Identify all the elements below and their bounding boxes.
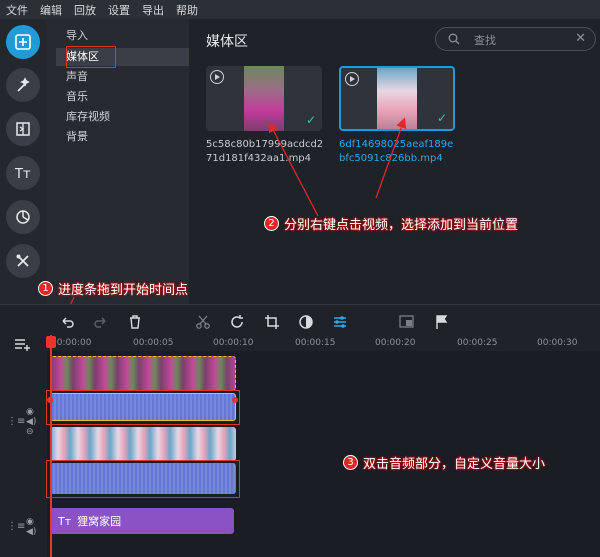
highlight-box — [46, 460, 240, 498]
ruler-label: 00:00:25 — [457, 338, 498, 348]
step-number: 1 — [38, 281, 53, 296]
video-clip-1[interactable] — [50, 356, 236, 391]
track-controls-2: ◉ ◀) — [26, 517, 36, 537]
track-menu-icon[interactable]: ⋮≡ — [7, 416, 25, 427]
undo-button[interactable] — [58, 313, 76, 331]
color-adjust-button[interactable] — [297, 313, 315, 331]
volume-icon[interactable]: ◀) — [26, 417, 36, 427]
crop-button[interactable] — [263, 313, 281, 331]
scissors-icon — [196, 315, 210, 329]
volume-icon[interactable]: ◀) — [26, 527, 36, 537]
marker-button[interactable] — [433, 313, 451, 331]
eye-icon[interactable]: ◉ — [26, 517, 36, 527]
title-clip[interactable]: Tт 狸窝家园 — [50, 508, 234, 534]
delete-button[interactable] — [126, 313, 144, 331]
highlight-box — [46, 390, 240, 425]
track-controls-1: ◉ ◀) ⊖ — [26, 407, 36, 437]
redo-icon — [94, 317, 106, 328]
title-clip-label: 狸窝家园 — [77, 515, 122, 528]
flag-icon — [436, 315, 448, 329]
trash-icon — [130, 315, 140, 329]
ruler-label: 00:00:10 — [213, 338, 254, 348]
arrow-to-video-2 — [375, 117, 407, 199]
contrast-icon — [299, 315, 313, 329]
annotation-text: 进度条拖到开始时间点 — [58, 283, 189, 298]
undo-icon — [62, 317, 74, 328]
track-menu-icon[interactable]: ⋮≡ — [7, 521, 25, 532]
step-number: 3 — [343, 455, 358, 470]
annotation-step-2: 2 分别右键点击视频，选择添加到当前位置 — [264, 214, 518, 233]
ruler-label: 00:00:00 — [51, 338, 92, 348]
video-clip-2[interactable] — [50, 427, 236, 461]
annotation-text: 分别右键点击视频，选择添加到当前位置 — [284, 218, 519, 233]
ruler-label: 00:00:20 — [375, 338, 416, 348]
redo-button[interactable] — [92, 313, 110, 331]
crop-icon — [265, 315, 279, 329]
picture-in-picture-icon — [399, 315, 414, 328]
ruler-label: 00:00:05 — [133, 338, 174, 348]
annotation-text: 双击音频部分，自定义音量大小 — [363, 457, 546, 472]
playhead-handle[interactable] — [46, 336, 56, 348]
step-number: 2 — [264, 216, 279, 231]
playhead-line[interactable] — [50, 335, 52, 557]
annotation-step-3: 3 双击音频部分，自定义音量大小 — [343, 453, 545, 472]
pip-button[interactable] — [398, 313, 416, 331]
time-ruler[interactable]: 00:00:00 00:00:05 00:00:10 00:00:15 00:0… — [47, 337, 600, 351]
ruler-label: 00:00:15 — [295, 338, 336, 348]
annotation-step-1: 1 进度条拖到开始时间点 — [38, 279, 188, 298]
keyframe-marker[interactable] — [232, 397, 238, 403]
text-icon: Tт — [58, 514, 72, 528]
add-track-icon — [15, 339, 30, 351]
add-track-button[interactable] — [14, 337, 32, 354]
rotate-button[interactable] — [228, 313, 246, 331]
arrow-to-video-1 — [268, 121, 319, 217]
eye-icon[interactable]: ◉ — [26, 407, 36, 417]
sliders-icon — [334, 316, 346, 328]
ruler-label: 00:00:30 — [537, 338, 578, 348]
timeline-toolbar — [0, 304, 600, 337]
cut-button[interactable] — [194, 313, 212, 331]
link-icon[interactable]: ⊖ — [26, 427, 36, 437]
rotate-icon — [231, 315, 243, 328]
clip-properties-button[interactable] — [331, 313, 349, 331]
